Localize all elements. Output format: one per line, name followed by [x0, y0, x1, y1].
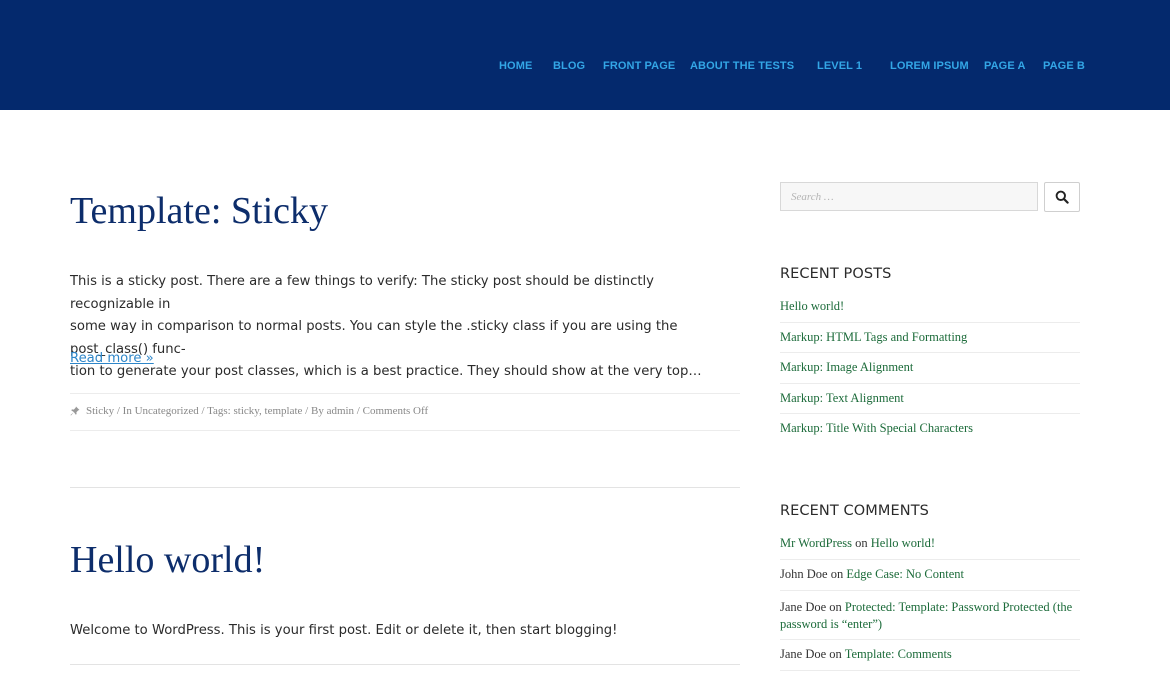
comment-author: John Doe [780, 567, 828, 581]
nav-item-lorem-ipsum[interactable]: LOREM IPSUM [890, 60, 969, 72]
excerpt-line: some way in comparison to normal posts. … [70, 319, 678, 357]
nav-item-level-1[interactable]: LEVEL 1 [817, 60, 862, 72]
search-input[interactable] [780, 182, 1038, 211]
read-more-link[interactable]: Read more » [70, 351, 154, 366]
excerpt-line: tion to generate your post classes, whic… [70, 364, 702, 379]
recent-post-link[interactable]: Markup: Text Alignment [780, 391, 904, 405]
comment-on-text: on [830, 567, 844, 581]
list-item: Markup: Title With Special Characters [780, 414, 1080, 445]
post-excerpt: This is a sticky post. There are a few t… [70, 271, 740, 384]
list-item: Jane Doe on Protected: Template: Passwor… [780, 591, 1080, 640]
comment-author-link[interactable]: Mr WordPress [780, 536, 852, 550]
recent-post-link[interactable]: Markup: Title With Special Characters [780, 421, 973, 435]
recent-comments-title: RECENT COMMENTS [780, 503, 929, 519]
nav-item-front-page[interactable]: FRONT PAGE [603, 60, 675, 72]
recent-comments-list: Mr WordPress on Hello world! John Doe on… [780, 529, 1080, 671]
nav-item-page-b[interactable]: PAGE B [1043, 60, 1085, 72]
recent-post-link[interactable]: Hello world! [780, 299, 844, 313]
list-item: Markup: Text Alignment [780, 384, 1080, 414]
recent-post-link[interactable]: Markup: HTML Tags and Formatting [780, 330, 967, 344]
nav-item-about-the-tests[interactable]: ABOUT THE TESTS [690, 60, 794, 72]
post-excerpt: Welcome to WordPress. This is your first… [70, 623, 618, 638]
pin-icon [70, 406, 80, 416]
post-divider [70, 664, 740, 665]
nav-item-blog[interactable]: BLOG [553, 60, 585, 72]
comment-on-text: on [829, 600, 842, 614]
post-divider [70, 487, 740, 488]
site-header: HOME BLOG FRONT PAGE ABOUT THE TESTS LEV… [0, 0, 1170, 110]
comment-author: Jane Doe [780, 600, 827, 614]
post-title-link[interactable]: Template: Sticky [70, 189, 328, 233]
comment-post-link[interactable]: Edge Case: No Content [846, 567, 964, 581]
list-item: Mr WordPress on Hello world! [780, 529, 1080, 560]
list-item: Jane Doe on Template: Comments [780, 640, 1080, 671]
post-meta-text: Sticky / In Uncategorized / Tags: sticky… [86, 405, 429, 417]
post-meta: Sticky / In Uncategorized / Tags: sticky… [70, 393, 740, 431]
comment-author: Jane Doe [780, 647, 827, 661]
recent-post-link[interactable]: Markup: Image Alignment [780, 360, 913, 374]
comment-post-link[interactable]: Template: Comments [845, 647, 952, 661]
list-item: Hello world! [780, 292, 1080, 323]
comment-post-link[interactable]: Hello world! [871, 536, 935, 550]
nav-item-page-a[interactable]: PAGE A [984, 60, 1026, 72]
post-title-link[interactable]: Hello world! [70, 538, 265, 582]
search-button[interactable] [1044, 182, 1080, 212]
primary-navigation: HOME BLOG FRONT PAGE ABOUT THE TESTS LEV… [0, 60, 1170, 74]
comment-on-text: on [829, 647, 842, 661]
list-item: John Doe on Edge Case: No Content [780, 560, 1080, 591]
excerpt-line: This is a sticky post. There are a few t… [70, 274, 654, 312]
comment-on-text: on [855, 536, 868, 550]
search-icon [1055, 190, 1069, 204]
recent-posts-title: RECENT POSTS [780, 266, 892, 282]
nav-item-home[interactable]: HOME [499, 60, 532, 72]
list-item: Markup: Image Alignment [780, 353, 1080, 384]
recent-posts-list: Hello world! Markup: HTML Tags and Forma… [780, 292, 1080, 445]
list-item: Markup: HTML Tags and Formatting [780, 323, 1080, 353]
